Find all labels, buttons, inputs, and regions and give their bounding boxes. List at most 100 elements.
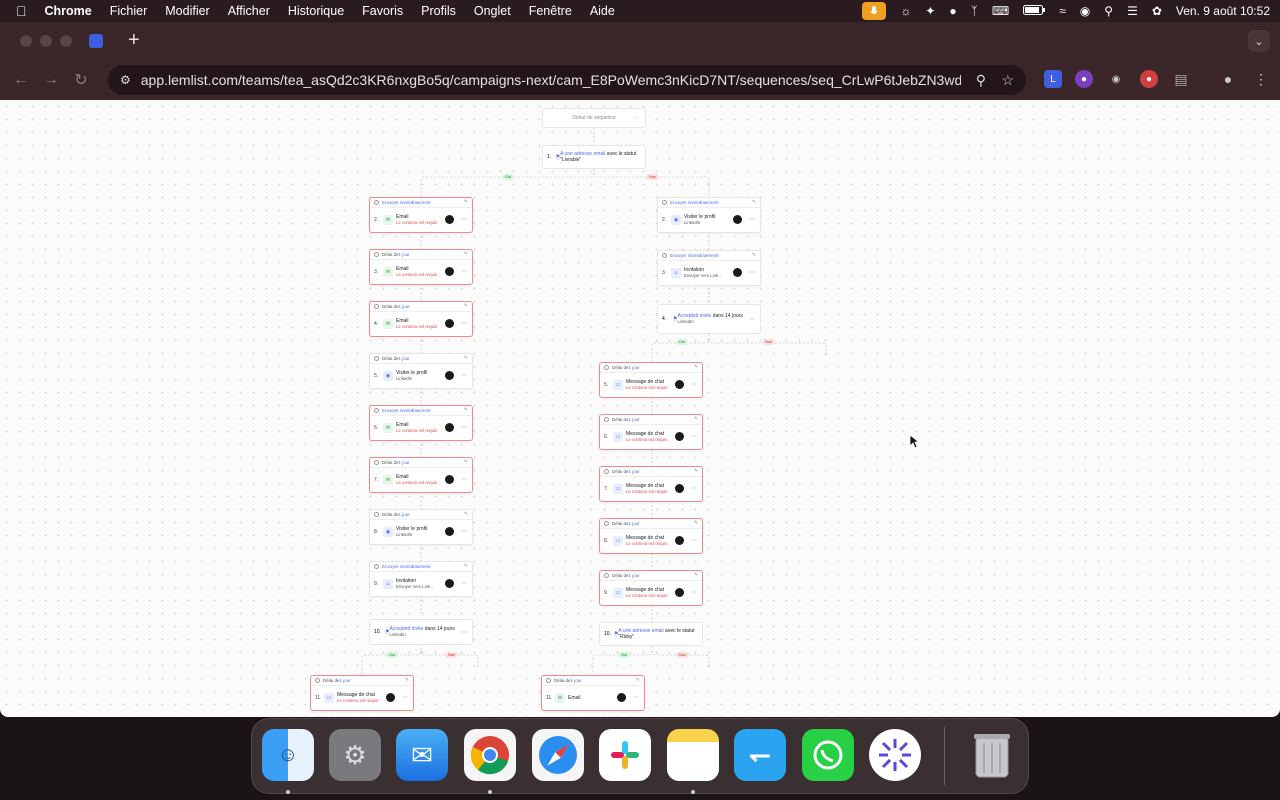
step-delay-header[interactable]: Délai de 1 jour ✎ [600,519,702,529]
apple-menu-icon[interactable]:  [0,3,36,19]
menu-chrome[interactable]: Chrome [36,4,101,18]
sequence-step-card[interactable]: Délai de 1 jour ✎ 11. ▭ Message de chat Le co… [310,675,414,711]
sequence-step-card[interactable]: Envoyer immédiatement ✎ 9. ☺ Invitation Envoy… [369,561,473,597]
start-more-icon[interactable]: ⋯ [634,115,639,121]
step-more-icon[interactable]: ⋯ [461,216,467,223]
sequence-step-card[interactable]: Envoyer immédiatement ✎ 6. ✉ Email Le contenu… [369,405,473,441]
sequence-step-card[interactable]: Envoyer immédiatement ✎ 2. ✉ Email Le contenu… [369,197,473,233]
sender-avatar[interactable] [617,693,626,702]
step-delay-header[interactable]: Délai de 1 jour ✎ [600,363,702,373]
trash-icon[interactable] [966,729,1018,781]
site-settings-icon[interactable]: ⚙ [120,73,131,87]
menu-favoris[interactable]: Favoris [353,4,412,18]
finder-icon[interactable]: ☺ [262,729,314,781]
step-delay-header[interactable]: Délai de 1 jour ✎ [600,467,702,477]
step-delay-header[interactable]: Envoyer immédiatement ✎ [658,198,760,208]
edit-pencil-icon[interactable]: ✎ [694,520,698,526]
brightness-icon[interactable]: ☼ [900,4,911,18]
step-delay-header[interactable]: Envoyer immédiatement ✎ [370,562,472,572]
whatsapp-icon[interactable] [802,729,854,781]
menu-fenetre[interactable]: Fenêtre [520,4,581,18]
wifi-icon[interactable]: ≈ [1059,4,1066,18]
sender-avatar[interactable] [445,423,454,432]
sequence-step-card[interactable]: Délai de 1 jour ✎ 7. ✉ Email Le contenu est r… [369,457,473,493]
window-minimize-button[interactable] [40,35,52,47]
step-more-icon[interactable]: ⋯ [461,528,467,535]
edit-pencil-icon[interactable]: ✎ [405,677,409,683]
step-more-icon[interactable]: ⋯ [749,269,755,276]
lemlist-extension-icon[interactable]: L [1044,70,1062,88]
edit-pencil-icon[interactable]: ✎ [464,303,468,309]
condition-node-right[interactable]: 4. ⚑ Accepted invite dans 14 jours Linked… [657,304,761,334]
step-more-icon[interactable]: ⋯ [633,694,639,701]
step-more-icon[interactable]: ⋯ [691,433,697,440]
edit-pencil-icon[interactable]: ✎ [464,459,468,465]
step-delay-header[interactable]: Délai de 1 jour ✎ [311,676,413,686]
step-delay-header[interactable]: Délai de 1 jour ✎ [542,676,644,686]
address-bar[interactable]: ⚙ app.lemlist.com/teams/tea_asQd2c3KR6nx… [108,65,1026,95]
sender-avatar[interactable] [733,268,742,277]
system-settings-icon[interactable]: ⚙ [329,729,381,781]
zoom-lens-icon[interactable]: ⚲ [976,72,986,89]
menu-modifier[interactable]: Modifier [156,4,218,18]
step-delay-header[interactable]: Délai de 1 jour ✎ [370,510,472,520]
user-status-icon[interactable]: ● [949,4,956,18]
new-tab-button[interactable]: + [128,28,140,52]
profile-icon[interactable]: ● [1219,70,1237,88]
control-center-icon[interactable]: ☰ [1127,4,1138,18]
edit-pencil-icon[interactable]: ✎ [752,199,756,205]
purple-extension-icon[interactable]: ● [1075,70,1093,88]
url-text[interactable]: app.lemlist.com/teams/tea_asQd2c3KR6nxgB… [141,72,961,88]
lemlist-app-icon[interactable]: ↽ [734,729,786,781]
edit-pencil-icon[interactable]: ✎ [464,407,468,413]
step-delay-header[interactable]: Envoyer immédiatement ✎ [658,251,760,261]
sender-avatar[interactable] [675,432,684,441]
edit-pencil-icon[interactable]: ✎ [694,468,698,474]
sequence-step-card[interactable]: Délai de 1 jour ✎ 8. ▭ Message de chat Le con… [599,518,703,554]
step-more-icon[interactable]: ⋯ [691,485,697,492]
step-delay-header[interactable]: Délai de 1 jour ✎ [370,250,472,260]
sender-avatar[interactable] [386,693,395,702]
sender-avatar[interactable] [675,484,684,493]
lemlist-tab[interactable] [85,31,107,51]
menu-onglet[interactable]: Onglet [465,4,520,18]
extensions-puzzle-icon[interactable]: ▤ [1172,70,1190,88]
window-close-button[interactable] [20,35,32,47]
spotlight-search-icon[interactable]: ⚲ [1104,4,1113,18]
ghost-extension-icon[interactable]: ◉ [1107,70,1125,88]
account-icon[interactable]: ◉ [1080,4,1090,18]
edit-pencil-icon[interactable]: ✎ [464,563,468,569]
sender-avatar[interactable] [445,475,454,484]
sequence-start-node[interactable]: Début de séquence ⋯ [542,108,646,128]
step-more-icon[interactable]: ⋯ [461,424,467,431]
edit-pencil-icon[interactable]: ✎ [464,355,468,361]
step-delay-header[interactable]: Envoyer immédiatement ✎ [370,406,472,416]
bluetooth-icon[interactable]: ᛉ [971,4,978,18]
condition-node-left[interactable]: 10. ⚑ Accepted invite dans 14 jours Linke… [369,619,473,645]
edit-pencil-icon[interactable]: ✎ [636,677,640,683]
sender-avatar[interactable] [733,215,742,224]
extension-status-icon[interactable]: ✦ [925,4,935,18]
sequence-step-card[interactable]: Délai de 1 jour ✎ 5. ▭ Message de chat Le con… [599,362,703,398]
step-more-icon[interactable]: ⋯ [402,694,408,701]
step-delay-header[interactable]: Délai de 1 jour ✎ [370,302,472,312]
sequence-step-card[interactable]: Délai de 1 jour ✎ 4. ✉ Email Le contenu est r… [369,301,473,337]
menu-aide[interactable]: Aide [581,4,624,18]
menu-historique[interactable]: Historique [279,4,353,18]
safari-icon[interactable] [532,729,584,781]
window-zoom-button[interactable] [60,35,72,47]
back-button[interactable]: ← [6,71,36,89]
sequence-step-card[interactable]: Délai de 1 jour ✎ 3. ✉ Email Le contenu est r… [369,249,473,285]
edit-pencil-icon[interactable]: ✎ [752,252,756,258]
condition-node-mid[interactable]: 10. ⚑ A une adresse email avec le statut… [599,622,703,646]
step-more-icon[interactable]: ⋯ [749,216,755,223]
sender-avatar[interactable] [445,579,454,588]
forward-button[interactable]: → [36,71,66,89]
step-more-icon[interactable]: ⋯ [461,268,467,275]
sender-avatar[interactable] [675,588,684,597]
perplexity-icon[interactable] [869,729,921,781]
sender-avatar[interactable] [445,267,454,276]
condition-node-root[interactable]: 1. ⚑ A une adresse email avec le statut … [542,145,646,169]
step-more-icon[interactable]: ⋯ [691,589,697,596]
sequence-step-card[interactable]: Délai de 1 jour ✎ 9. ▭ Message de chat Le con… [599,570,703,606]
